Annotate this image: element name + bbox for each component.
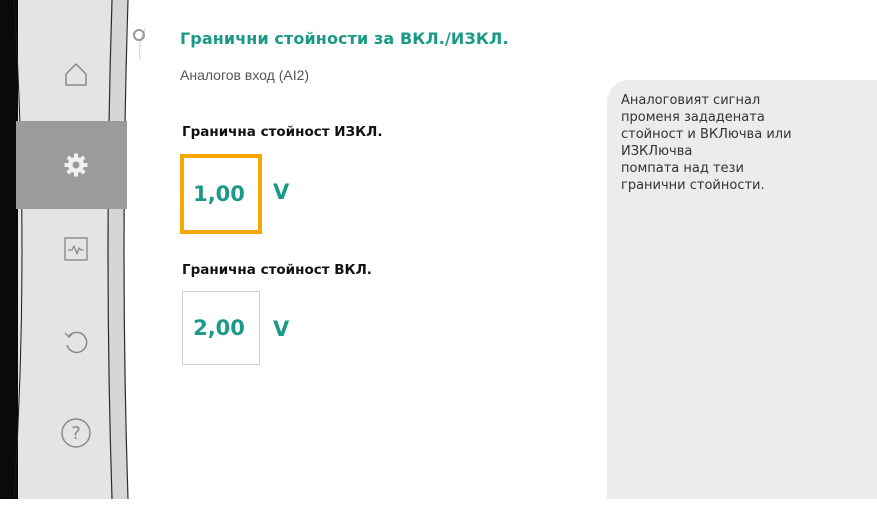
page-title: Гранични стойности за ВКЛ./ИЗКЛ. [180,29,509,48]
sidebar-item-settings[interactable] [38,127,114,203]
on-threshold-input[interactable]: 2,00 [182,291,260,365]
undo-icon [64,331,88,354]
sidebar: ? [0,0,160,499]
on-threshold-unit: V [273,317,290,341]
on-threshold-value: 2,00 [193,316,245,340]
off-threshold-unit: V [273,180,290,204]
help-text: Аналоговият сигнал променя зададената ст… [621,93,792,193]
sidebar-item-diagnostics[interactable] [38,211,114,287]
help-icon: ? [61,418,91,448]
off-threshold-label: Гранична стойност ИЗКЛ. [182,124,383,140]
pulse-icon [64,237,88,261]
page-subtitle: Аналогов вход (AI2) [180,67,310,83]
on-threshold-label: Гранична стойност ВКЛ. [182,262,372,278]
home-icon [65,63,87,86]
svg-text:?: ? [71,423,81,444]
off-threshold-input[interactable]: 1,00 [180,154,262,234]
gear-icon [64,153,88,177]
sidebar-item-help[interactable]: ? [38,395,114,471]
off-threshold-value: 1,00 [193,182,245,206]
sidebar-item-back[interactable] [38,304,114,380]
sidebar-item-home[interactable] [38,36,114,112]
